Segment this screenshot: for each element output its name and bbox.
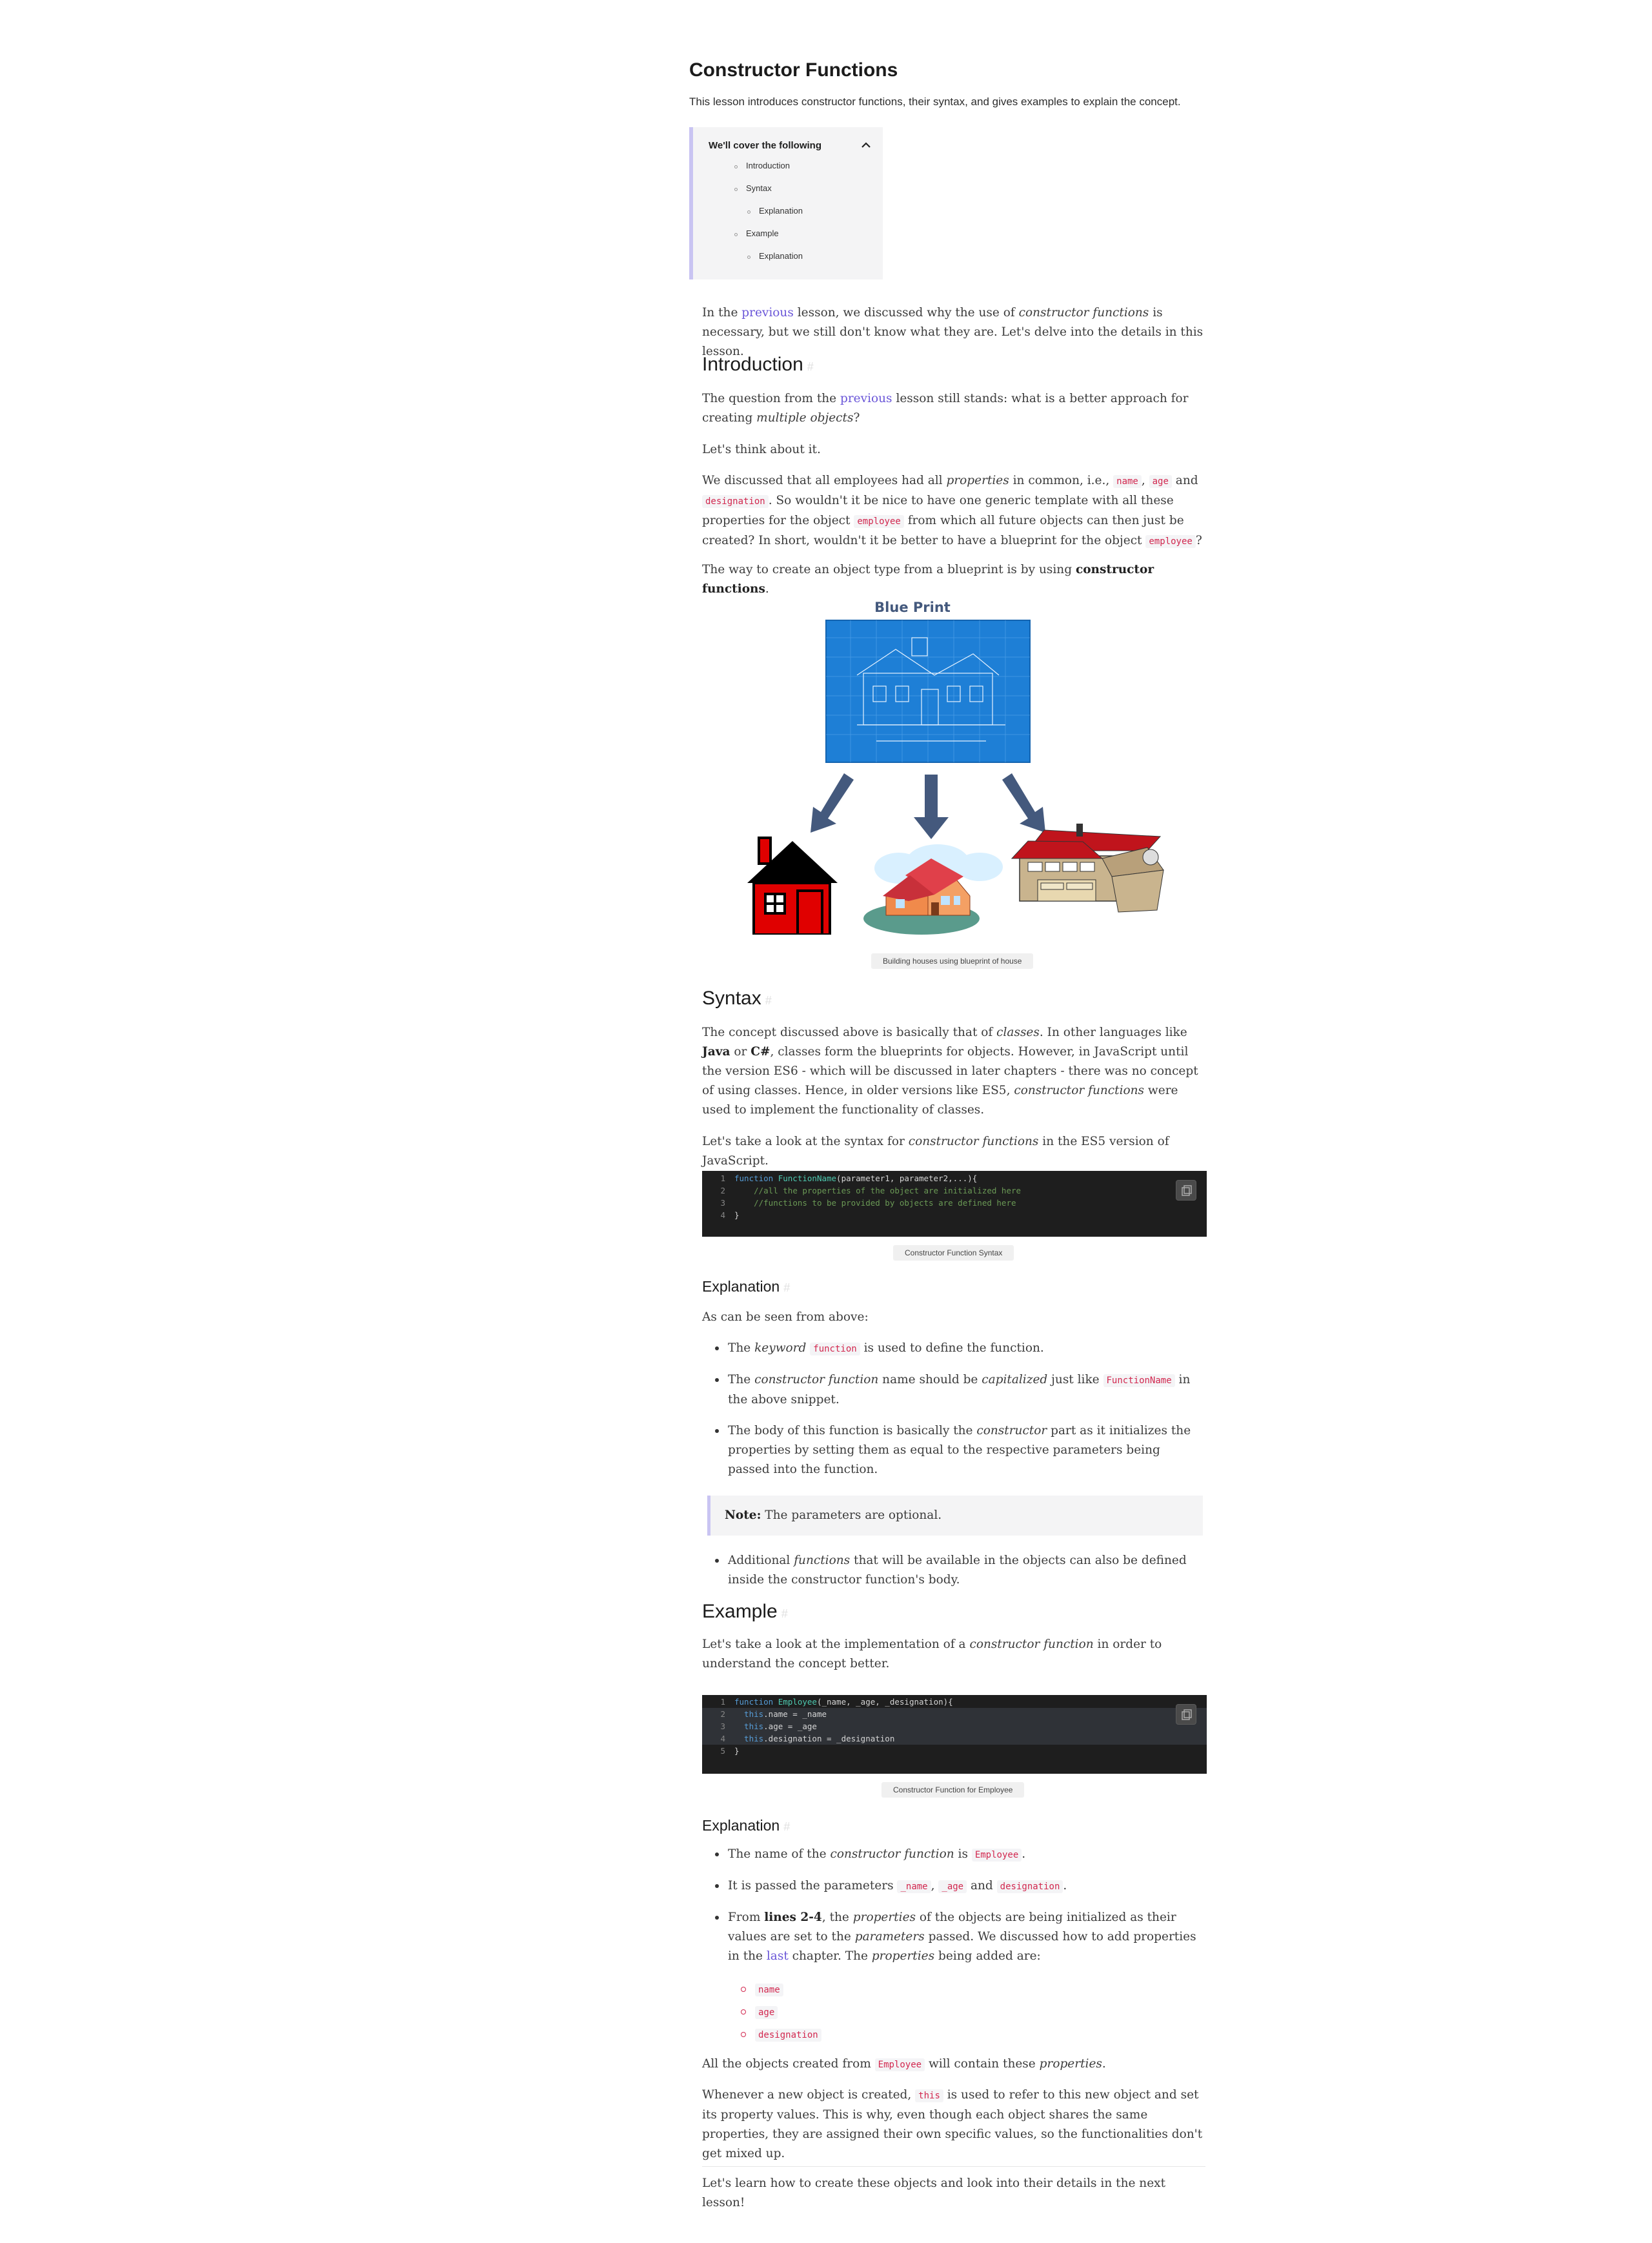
- list-item: From lines 2-4, the properties of the ob…: [715, 1908, 1205, 1966]
- blueprint-houses-illustration: Blue Print: [747, 600, 1164, 935]
- code-caption: Constructor Function for Employee: [881, 1782, 1025, 1798]
- list-item: designation: [741, 2028, 821, 2051]
- list-item: The keyword function is used to define t…: [715, 1339, 1205, 1359]
- anchor-link-icon[interactable]: #: [781, 1607, 788, 1620]
- code-line-highlighted: 2 this.name = _name: [702, 1708, 1207, 1720]
- copy-code-button[interactable]: [1176, 1704, 1196, 1725]
- list-item: The body of this function is basically t…: [715, 1421, 1205, 1479]
- anchor-link-icon[interactable]: #: [783, 1281, 790, 1294]
- explanation-2-list: The name of the constructor function is …: [715, 1845, 1205, 1966]
- page-subtitle: This lesson introduces constructor funct…: [689, 96, 1181, 108]
- section-heading-syntax: Syntax #: [702, 988, 772, 1009]
- code-caption: Constructor Function Syntax: [893, 1245, 1014, 1261]
- code-line: 2 //all the properties of the object are…: [720, 1186, 1022, 1195]
- code-line: 3 //functions to be provided by objects …: [720, 1198, 1016, 1208]
- anchor-link-icon[interactable]: #: [765, 994, 772, 1007]
- toc-bullet-icon: [734, 233, 738, 236]
- blueprint-label: Blue Print: [874, 600, 951, 615]
- code-line: 1 function Employee(_name, _age, _designa…: [720, 1697, 953, 1707]
- list-item: It is passed the parameters _name, _age …: [715, 1876, 1205, 1896]
- section-heading-explanation: Explanation #: [702, 1278, 791, 1295]
- toc-bullet-icon: [747, 210, 750, 214]
- copy-code-button[interactable]: [1176, 1180, 1196, 1201]
- anchor-link-icon[interactable]: #: [783, 1820, 790, 1833]
- list-item: The constructor function name should be …: [715, 1370, 1205, 1410]
- code-line: 5}: [720, 1746, 740, 1756]
- syntax-paragraph-1: The concept discussed above is basically…: [702, 1026, 1198, 1117]
- intro-paragraph: In the previous lesson, we discussed why…: [702, 306, 1204, 358]
- introduction-paragraph-1: The question from the previous lesson st…: [702, 392, 1189, 425]
- toc-item-introduction[interactable]: Introduction: [746, 161, 790, 170]
- previous-lesson-link[interactable]: previous: [741, 306, 794, 320]
- syntax-paragraph-2: Let's take a look at the syntax for cons…: [702, 1135, 1169, 1168]
- previous-lesson-link[interactable]: previous: [840, 392, 892, 405]
- last-chapter-link[interactable]: last: [767, 1949, 789, 1963]
- toc-bullet-icon: [734, 165, 738, 168]
- copy-icon: [1182, 1185, 1192, 1196]
- explanation-2-paragraph-1: All the objects created from Employee wi…: [702, 2057, 1106, 2071]
- anchor-link-icon[interactable]: #: [807, 360, 814, 373]
- toc-bullet-icon: [747, 256, 750, 259]
- toc-bullet-icon: [734, 188, 738, 191]
- section-divider: [702, 2166, 1205, 2167]
- syntax-code-block[interactable]: 1 function FunctionName(parameter1, param…: [702, 1171, 1207, 1237]
- note-callout: Note: The parameters are optional.: [707, 1496, 1203, 1536]
- closing-paragraph: Let's learn how to create these objects …: [702, 2177, 1166, 2209]
- toc-item-example[interactable]: Example: [746, 228, 779, 238]
- code-line-highlighted: 4 this.designation = _designation: [702, 1732, 1207, 1745]
- introduction-paragraph-2: Let's think about it.: [702, 443, 821, 456]
- chevron-up-icon[interactable]: [860, 139, 872, 152]
- explanation-list: The keyword function is used to define t…: [715, 1339, 1205, 1479]
- figure-caption: Building houses using blueprint of house: [871, 953, 1034, 969]
- suburban-house-icon: [1011, 824, 1164, 913]
- arrow-icons: [811, 773, 1045, 839]
- toc-item-explanation-2[interactable]: Explanation: [759, 251, 803, 261]
- red-house-icon: [747, 837, 838, 935]
- code-line-highlighted: 3 this.age = _age: [702, 1720, 1207, 1732]
- explanation-list-2: Additional functions that will be availa…: [715, 1551, 1205, 1590]
- list-item: name: [741, 1983, 821, 2005]
- example-code-block[interactable]: 1 function Employee(_name, _age, _designa…: [702, 1695, 1207, 1774]
- cartoon-house-icon: [863, 844, 1003, 935]
- table-of-contents: We'll cover the following Introduction S…: [689, 127, 883, 279]
- properties-list: name age designation: [741, 1983, 821, 2051]
- list-item: The name of the constructor function is …: [715, 1845, 1205, 1865]
- introduction-paragraph-3: We discussed that all employees had all …: [702, 474, 1202, 548]
- section-heading-explanation-2: Explanation #: [702, 1817, 791, 1834]
- explanation-intro: As can be seen from above:: [702, 1310, 869, 1324]
- code-line: 4}: [720, 1210, 740, 1220]
- example-paragraph: Let's take a look at the implementation …: [702, 1638, 1162, 1670]
- toc-heading[interactable]: We'll cover the following: [709, 140, 821, 151]
- code-line: 1 function FunctionName(parameter1, param…: [720, 1173, 978, 1183]
- page-title: Constructor Functions: [689, 59, 898, 81]
- blueprint-image: [825, 620, 1031, 763]
- section-heading-example: Example #: [702, 1601, 788, 1622]
- toc-item-explanation[interactable]: Explanation: [759, 206, 803, 216]
- copy-icon: [1182, 1709, 1192, 1720]
- toc-item-syntax[interactable]: Syntax: [746, 183, 772, 193]
- explanation-2-paragraph-2: Whenever a new object is created, this i…: [702, 2088, 1203, 2160]
- list-item: age: [741, 2005, 821, 2028]
- section-heading-introduction: Introduction #: [702, 354, 814, 375]
- list-item: Additional functions that will be availa…: [715, 1551, 1205, 1590]
